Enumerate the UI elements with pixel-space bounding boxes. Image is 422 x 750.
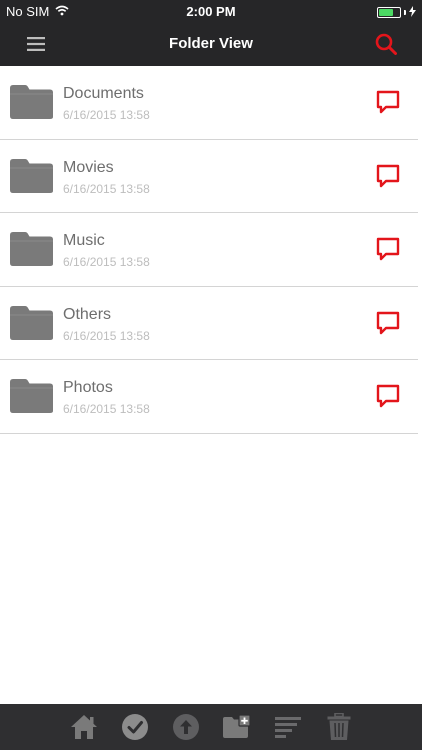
- folder-date: 6/16/2015 13:58: [63, 255, 150, 269]
- clock: 2:00 PM: [186, 4, 236, 19]
- sort-icon: [274, 717, 301, 738]
- upload-icon: [172, 714, 199, 740]
- bottom-toolbar: [0, 704, 422, 750]
- new-folder-icon: [222, 714, 251, 738]
- home-icon: [70, 715, 97, 739]
- folder-row-photos[interactable]: Photos 6/16/2015 13:58: [0, 360, 418, 434]
- search-button[interactable]: [372, 31, 400, 57]
- folder-list: Documents 6/16/2015 13:58 Movies 6/16/20…: [0, 66, 422, 434]
- battery-icon: [377, 7, 401, 18]
- nav-bar: Folder View: [0, 22, 422, 66]
- folder-icon: [10, 158, 53, 193]
- folder-date: 6/16/2015 13:58: [63, 402, 150, 416]
- battery-tip: [404, 10, 406, 15]
- battery-fill: [379, 9, 393, 16]
- status-bar: No SIM 2:00 PM: [0, 0, 422, 22]
- folder-date: 6/16/2015 13:58: [63, 328, 150, 343]
- comment-icon[interactable]: [375, 310, 401, 336]
- upload-button[interactable]: [160, 704, 211, 750]
- folder-name: Others: [63, 305, 112, 323]
- search-icon: [375, 33, 397, 55]
- folder-name: Music: [63, 232, 105, 249]
- folder-name: Photos: [63, 379, 113, 396]
- comment-icon[interactable]: [375, 163, 401, 189]
- folder-icon: [10, 232, 53, 266]
- folder-icon: [10, 85, 53, 119]
- delete-button[interactable]: [313, 704, 364, 750]
- folder-icon: [10, 305, 53, 340]
- folder-row-movies[interactable]: Movies 6/16/2015 13:58: [0, 140, 418, 213]
- folder-name: Movies: [63, 158, 114, 176]
- charging-icon: [409, 5, 416, 20]
- folder-date: 6/16/2015 13:58: [63, 181, 150, 196]
- folder-row-documents[interactable]: Documents 6/16/2015 13:58: [0, 66, 418, 140]
- folder-date: 6/16/2015 13:58: [63, 108, 150, 122]
- trash-icon: [327, 713, 350, 740]
- home-button[interactable]: [58, 704, 109, 750]
- folder-row-others[interactable]: Others 6/16/2015 13:58: [0, 287, 418, 360]
- select-button[interactable]: [109, 704, 160, 750]
- status-right: [377, 5, 416, 20]
- comment-icon[interactable]: [375, 89, 401, 115]
- checkmark-icon: [121, 714, 148, 740]
- new-folder-button[interactable]: [211, 704, 262, 750]
- folder-row-music[interactable]: Music 6/16/2015 13:58: [0, 213, 418, 287]
- page-title: Folder View: [169, 35, 253, 52]
- folder-icon: [10, 379, 53, 413]
- comment-icon[interactable]: [375, 383, 401, 409]
- sort-button[interactable]: [262, 704, 313, 750]
- comment-icon[interactable]: [375, 236, 401, 262]
- folder-name: Documents: [63, 85, 144, 102]
